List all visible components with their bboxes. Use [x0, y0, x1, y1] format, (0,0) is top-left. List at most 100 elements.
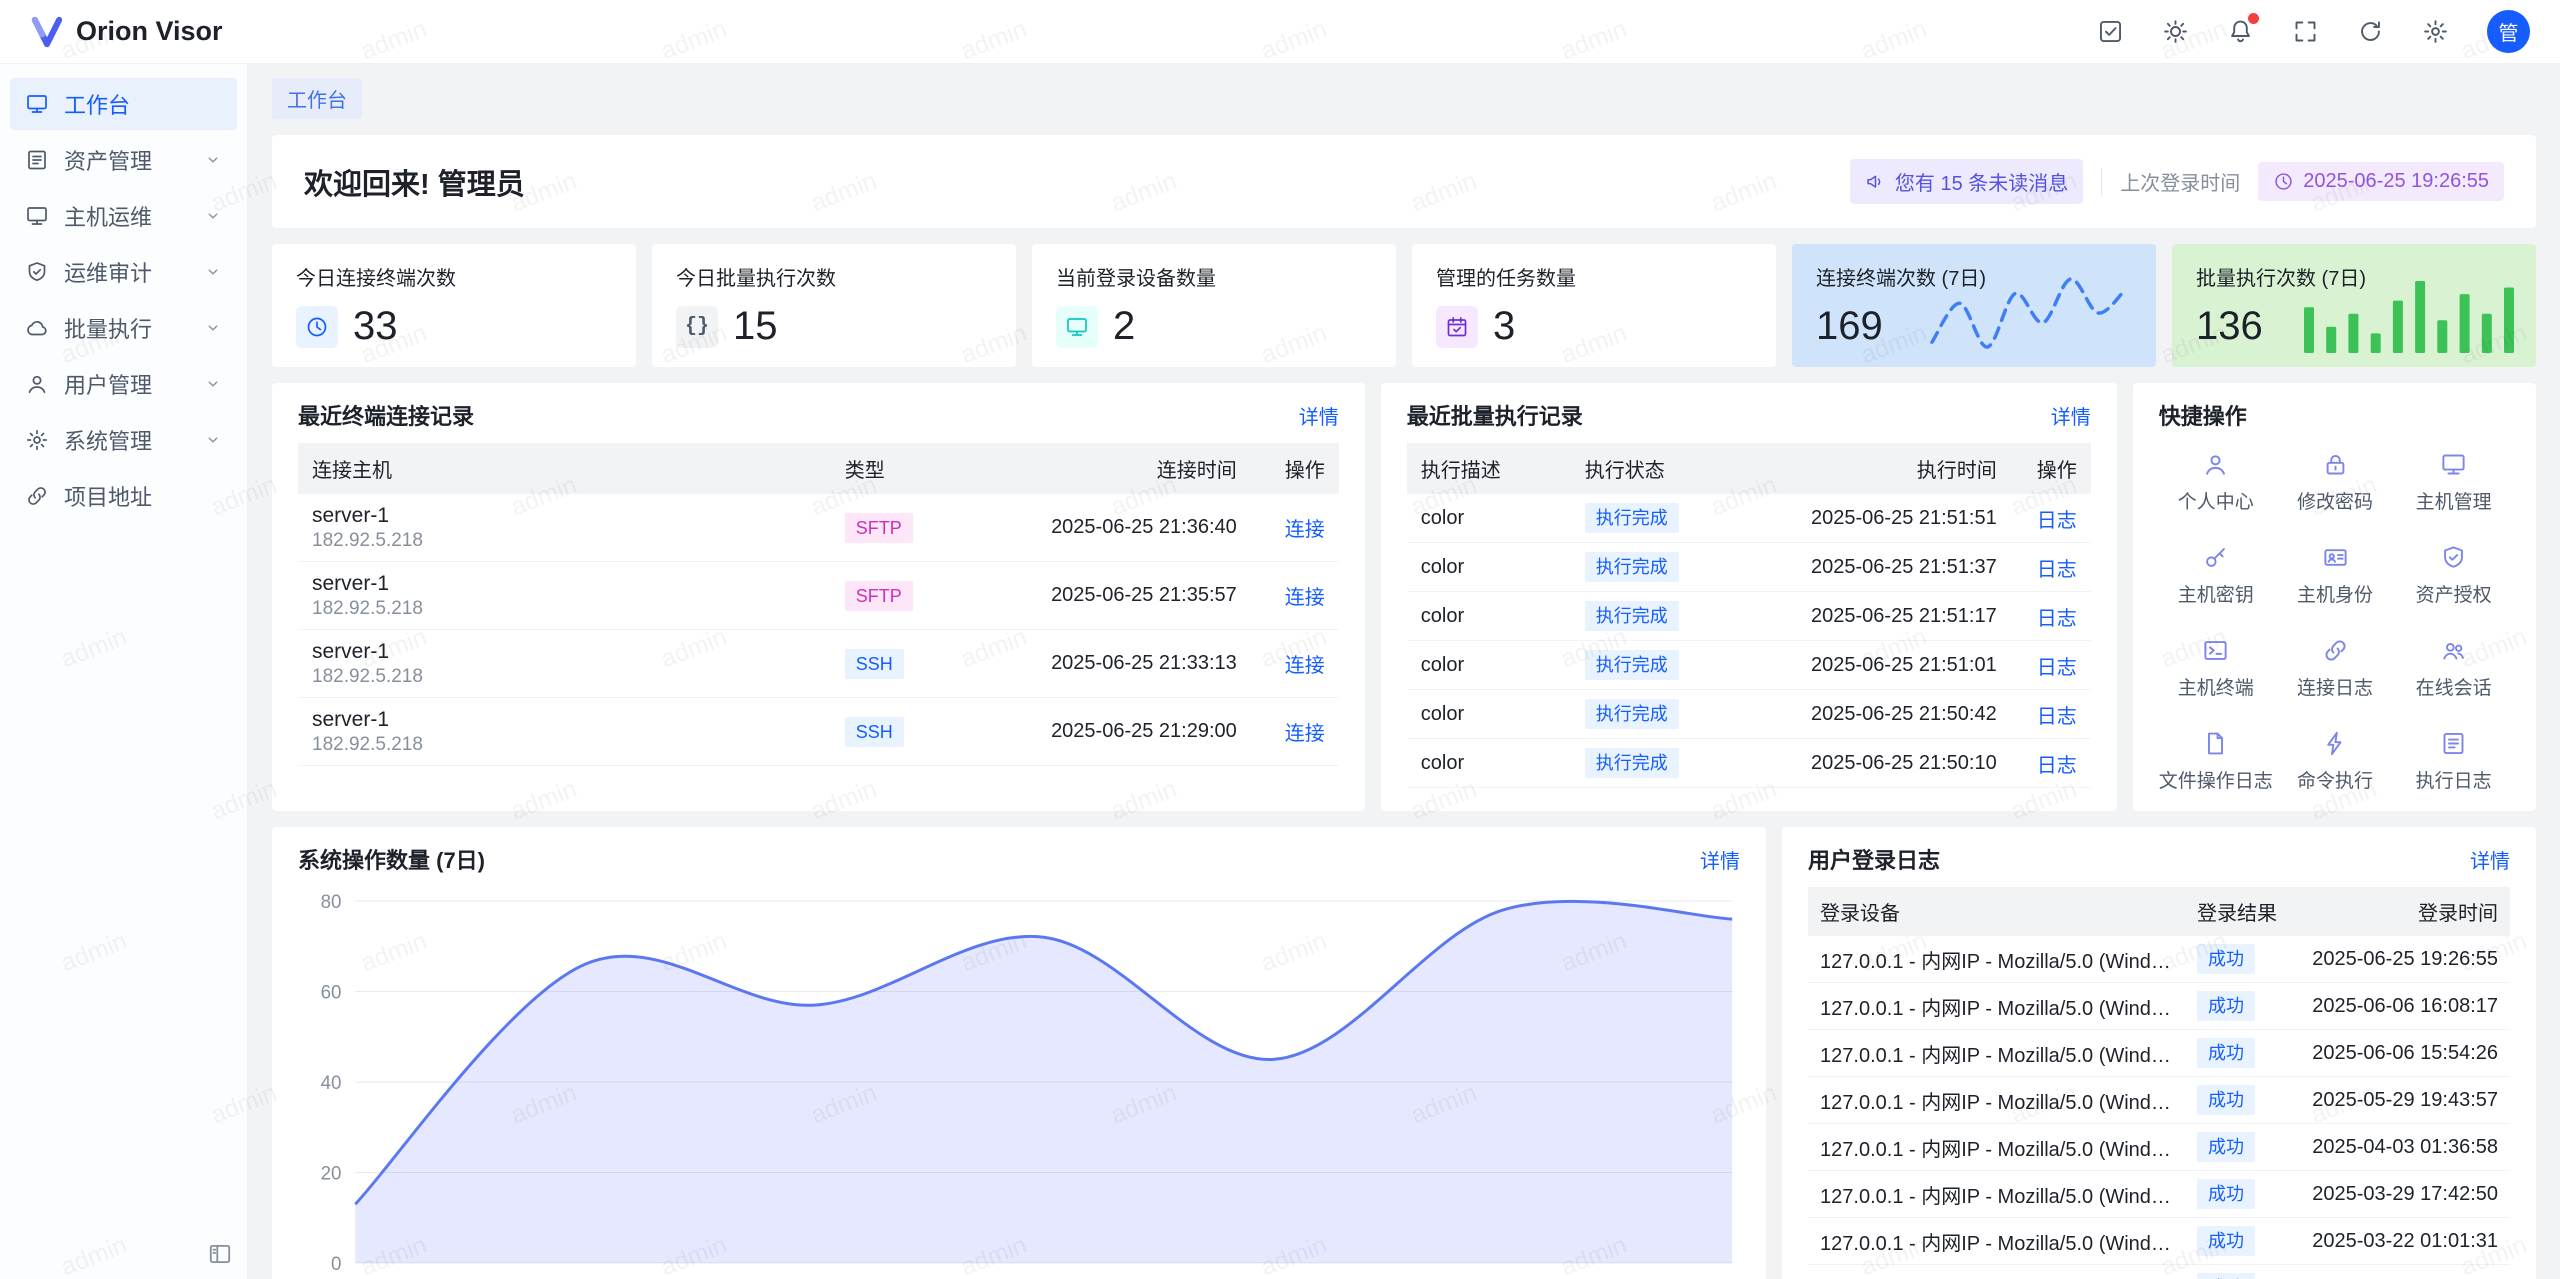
- execution-time: 2025-06-25 21:51:37: [1741, 543, 2011, 592]
- sidebar-item-project-url[interactable]: 项目地址: [10, 470, 237, 522]
- login-result-badge: 成功: [2197, 991, 2255, 1021]
- login-log-row: 127.0.0.1 - 内网IP - Mozilla/5.0 (Windows …: [1808, 1171, 2510, 1218]
- sidebar-collapse-button[interactable]: [207, 1241, 233, 1267]
- sidebar-item-assets[interactable]: 资产管理: [10, 134, 237, 186]
- terminal-icon: [2202, 637, 2229, 664]
- log-link[interactable]: 日志: [2037, 657, 2077, 679]
- notifications-icon[interactable]: [2227, 18, 2254, 45]
- spark-bar-sparkline: [2304, 271, 2514, 355]
- quick-action-host-terminal[interactable]: 主机终端: [2159, 637, 2273, 700]
- connection-row: server-1182.92.5.218SFTP2025-06-25 21:35…: [298, 562, 1339, 630]
- svg-text:0: 0: [331, 1254, 341, 1275]
- quick-action-exec-log[interactable]: 执行日志: [2397, 730, 2510, 793]
- sidebar-item-workbench[interactable]: 工作台: [10, 78, 237, 130]
- recent-executions-detail-link[interactable]: 详情: [2051, 401, 2091, 430]
- connect-link[interactable]: 连接: [1285, 655, 1325, 677]
- exec-col-time: 执行时间: [1741, 443, 2011, 494]
- login-device: 127.0.0.1 - 内网IP - Mozilla/5.0 (Windows …: [1808, 1265, 2185, 1279]
- quick-action-host-management[interactable]: 主机管理: [2397, 451, 2510, 514]
- recent-connections-table: 连接主机类型连接时间操作server-1182.92.5.218SFTP2025…: [298, 443, 1339, 766]
- log-link[interactable]: 日志: [2037, 559, 2077, 581]
- stat-card-today-batch: 今日批量执行次数{}15: [652, 244, 1016, 367]
- sidebar-item-batch-exec[interactable]: 批量执行: [10, 302, 237, 354]
- login-logs-detail-link[interactable]: 详情: [2470, 845, 2510, 874]
- refresh-icon-glyph: [2357, 18, 2384, 45]
- login-time: 2025-04-03 01:36:58: [2295, 1124, 2510, 1171]
- last-login-label: 上次登录时间: [2120, 167, 2240, 196]
- connect-link[interactable]: 连接: [1285, 587, 1325, 609]
- settings-icon-glyph: [2422, 18, 2449, 45]
- fullscreen-icon[interactable]: [2292, 18, 2319, 45]
- welcome-meta: 您有 15 条未读消息 上次登录时间 2025-06-25 19:26:55: [1850, 159, 2504, 204]
- execution-time: 2025-06-25 21:51:51: [1741, 494, 2011, 543]
- recent-executions-panel: 最近批量执行记录 详情 执行描述执行状态执行时间操作color执行完成2025-…: [1381, 383, 2117, 811]
- execution-status-badge: 执行完成: [1585, 699, 1679, 729]
- quick-action-label: 主机密钥: [2178, 580, 2254, 607]
- log-link[interactable]: 日志: [2037, 755, 2077, 777]
- quick-action-command-exec[interactable]: 命令执行: [2279, 730, 2392, 793]
- refresh-icon[interactable]: [2357, 18, 2384, 45]
- sidebar-item-system[interactable]: 系统管理: [10, 414, 237, 466]
- quick-action-label: 执行日志: [2416, 766, 2492, 793]
- login-device: 127.0.0.1 - 内网IP - Mozilla/5.0 (Windows …: [1808, 1030, 2185, 1077]
- connection-row: server-1182.92.5.218SSH2025-06-25 21:33:…: [298, 630, 1339, 698]
- execution-desc: color: [1407, 494, 1571, 543]
- log-link[interactable]: 日志: [2037, 510, 2077, 532]
- notifications-icon-glyph: [2227, 18, 2254, 45]
- log-link[interactable]: 日志: [2037, 608, 2077, 630]
- chevron-down-icon: [204, 319, 222, 337]
- stat-label: 管理的任务数量: [1436, 262, 1752, 291]
- login-logs-panel: 用户登录日志 详情 登录设备登录结果登录时间127.0.0.1 - 内网IP -…: [1782, 827, 2536, 1279]
- login-time: 2025-06-25 19:26:55: [2295, 936, 2510, 983]
- svg-text:60: 60: [321, 982, 342, 1003]
- login-log-row: 127.0.0.1 - 内网IP - Mozilla/5.0 (Windows …: [1808, 1124, 2510, 1171]
- breadcrumb-item-workbench[interactable]: 工作台: [272, 78, 362, 119]
- stat-cards-row: 今日连接终端次数33今日批量执行次数{}15当前登录设备数量2管理的任务数量3连…: [272, 244, 2536, 367]
- user-avatar[interactable]: 管: [2487, 10, 2530, 53]
- sidebar-item-host-ops[interactable]: 主机运维: [10, 190, 237, 242]
- chevron-down-icon: [204, 263, 222, 281]
- login-time: 2025-03-22 01:01:31: [2295, 1218, 2510, 1265]
- execution-desc: color: [1407, 690, 1571, 739]
- lightning-icon: [2322, 730, 2349, 757]
- login-device: 127.0.0.1 - 内网IP - Mozilla/5.0 (Windows …: [1808, 1218, 2185, 1265]
- execution-status-badge: 执行完成: [1585, 503, 1679, 533]
- quick-action-connection-log[interactable]: 连接日志: [2279, 637, 2392, 700]
- stat-value: 136: [2196, 304, 2263, 349]
- login-col-device: 登录设备: [1808, 887, 2185, 936]
- sidebar-item-label: 系统管理: [64, 424, 189, 456]
- recent-connections-detail-link[interactable]: 详情: [1299, 401, 1339, 430]
- quick-actions-grid: 个人中心修改密码主机管理主机密钥主机身份资产授权主机终端连接日志在线会话文件操作…: [2159, 443, 2510, 793]
- connect-link[interactable]: 连接: [1285, 519, 1325, 541]
- system-operations-detail-link[interactable]: 详情: [1700, 845, 1740, 874]
- quick-action-online-session[interactable]: 在线会话: [2397, 637, 2510, 700]
- tasks-icon[interactable]: [2097, 18, 2124, 45]
- protocol-badge: SFTP: [845, 513, 913, 543]
- login-col-time: 登录时间: [2295, 887, 2510, 936]
- dashboard-icon: [25, 92, 49, 116]
- execution-status-badge: 执行完成: [1585, 748, 1679, 778]
- sidebar-item-label: 资产管理: [64, 144, 189, 176]
- settings-icon[interactable]: [2422, 18, 2449, 45]
- conn-col-type: 类型: [831, 443, 961, 494]
- connection-time: 2025-06-25 21:29:00: [961, 698, 1251, 766]
- session-icon: [2440, 637, 2467, 664]
- theme-icon-glyph: [2162, 18, 2189, 45]
- host-name: server-1: [312, 502, 817, 529]
- quick-action-asset-grant[interactable]: 资产授权: [2397, 544, 2510, 607]
- quick-action-label: 文件操作日志: [2159, 766, 2273, 793]
- key-icon: [2202, 544, 2229, 571]
- quick-action-host-keys[interactable]: 主机密钥: [2159, 544, 2273, 607]
- sidebar-item-users[interactable]: 用户管理: [10, 358, 237, 410]
- sidebar-item-audit[interactable]: 运维审计: [10, 246, 237, 298]
- log-link[interactable]: 日志: [2037, 706, 2077, 728]
- connect-link[interactable]: 连接: [1285, 723, 1325, 745]
- idcard-icon: [2322, 544, 2349, 571]
- unread-messages-badge[interactable]: 您有 15 条未读消息: [1850, 159, 2083, 204]
- login-result-badge: 成功: [2197, 1132, 2255, 1162]
- quick-action-personal-center[interactable]: 个人中心: [2159, 451, 2273, 514]
- theme-icon[interactable]: [2162, 18, 2189, 45]
- quick-action-change-password[interactable]: 修改密码: [2279, 451, 2392, 514]
- quick-action-file-operation-log[interactable]: 文件操作日志: [2159, 730, 2273, 793]
- quick-action-host-identity[interactable]: 主机身份: [2279, 544, 2392, 607]
